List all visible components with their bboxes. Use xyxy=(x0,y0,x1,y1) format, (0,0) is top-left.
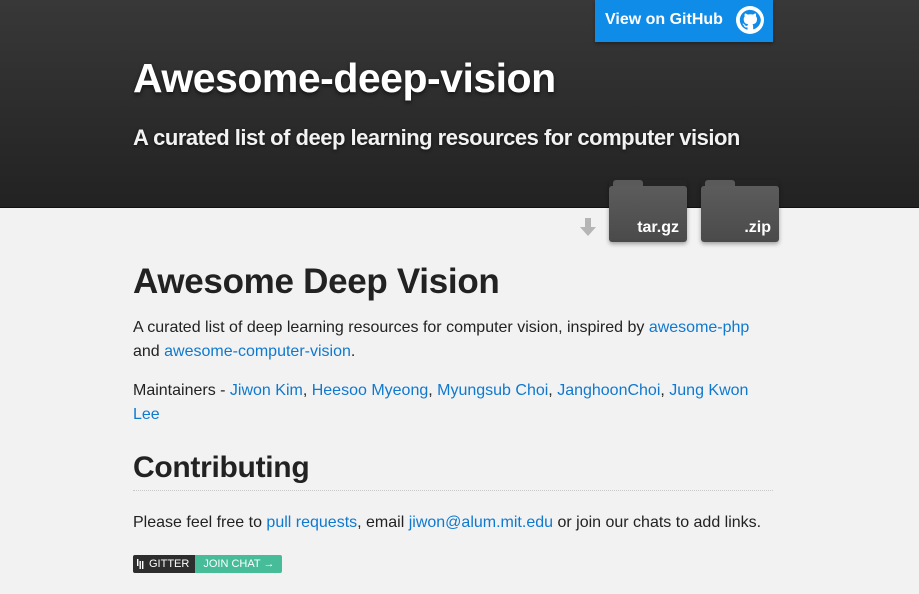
email-link[interactable]: jiwon@alum.mit.edu xyxy=(409,514,553,531)
maintainers-paragraph: Maintainers - Jiwon Kim, Heesoo Myeong, … xyxy=(133,382,749,423)
gitter-icon xyxy=(137,559,144,569)
github-octocat-icon xyxy=(736,6,764,34)
awesome-computer-vision-link[interactable]: awesome-computer-vision xyxy=(164,343,351,360)
intro-paragraph: A curated list of deep learning resource… xyxy=(133,316,773,364)
maintainers-label: Maintainers - xyxy=(133,382,230,399)
maintainer-link[interactable]: Jiwon Kim xyxy=(230,382,303,399)
contributing-paragraph: Please feel free to pull requests, email… xyxy=(133,511,773,535)
contrib-text: Please feel free to xyxy=(133,514,267,531)
intro-and-text: and xyxy=(133,343,165,360)
view-on-github-button[interactable]: View on GitHub xyxy=(595,0,773,42)
contrib-text: , email xyxy=(357,514,409,531)
maintainer-link[interactable]: Myungsub Choi xyxy=(437,382,548,399)
awesome-php-link[interactable]: awesome-php xyxy=(649,319,750,336)
main-content: Awesome Deep Vision A curated list of de… xyxy=(133,262,773,573)
site-title: Awesome-deep-vision xyxy=(133,55,556,101)
download-zip-label: .zip xyxy=(744,219,771,236)
github-button-label: View on GitHub xyxy=(605,11,723,28)
site-tagline: A curated list of deep learning resource… xyxy=(133,125,740,150)
page-header: View on GitHub Awesome-deep-vision A cur… xyxy=(0,0,919,208)
contrib-text: or join our chats to add links. xyxy=(553,514,762,531)
contributing-heading: Contributing xyxy=(133,451,773,491)
gitter-label: GITTER xyxy=(149,558,190,570)
download-arrow-icon xyxy=(580,218,596,236)
maintainer-link[interactable]: Heesoo Myeong xyxy=(312,382,429,399)
pull-requests-link[interactable]: pull requests xyxy=(266,514,357,531)
download-tar-button[interactable]: tar.gz xyxy=(609,180,687,242)
gitter-badge[interactable]: GITTER JOIN CHAT → xyxy=(133,555,773,573)
maintainer-link[interactable]: JanghoonChoi xyxy=(557,382,660,399)
gitter-join-chat: JOIN CHAT → xyxy=(195,555,283,573)
gitter-badge-left: GITTER xyxy=(133,555,196,573)
download-zip-button[interactable]: .zip xyxy=(701,180,779,242)
intro-text: A curated list of deep learning resource… xyxy=(133,319,649,336)
page-heading: Awesome Deep Vision xyxy=(133,262,500,301)
download-tar-label: tar.gz xyxy=(637,219,679,236)
intro-period: . xyxy=(350,343,356,360)
